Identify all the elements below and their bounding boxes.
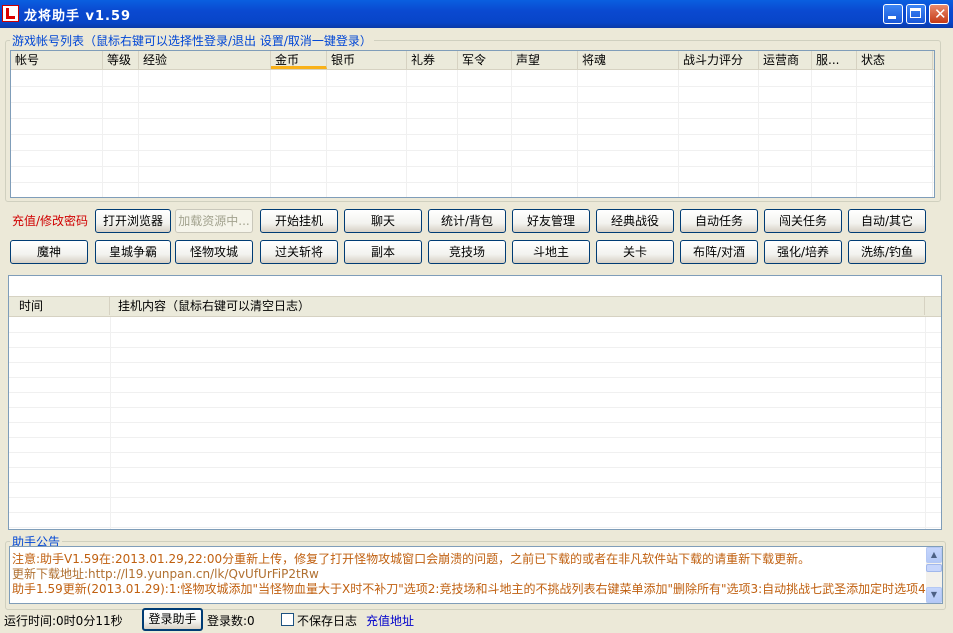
accounts-column-header[interactable]: 帐号 — [11, 51, 103, 69]
scroll-up-icon[interactable]: ▲ — [926, 547, 942, 563]
notice-text-area[interactable]: 注意:助手V1.59在:2013.01.29,22:00分重新上传，修复了打开怪… — [9, 546, 943, 604]
notice-line-3: 助手1.59更新(2013.01.29):1:怪物攻城添加"当怪物血量大于X时不… — [12, 582, 930, 596]
imperial-battle-button[interactable]: 皇城争霸 — [95, 240, 171, 264]
scroll-down-icon[interactable]: ▼ — [926, 587, 942, 603]
scroll-thumb[interactable] — [926, 564, 942, 572]
accounts-column-header[interactable]: 战斗力评分 — [679, 51, 759, 69]
accounts-column-header[interactable]: 银币 — [327, 51, 407, 69]
accounts-column-header[interactable]: 服... — [812, 51, 857, 69]
grid-line — [11, 150, 934, 151]
log-top-strip — [9, 276, 941, 297]
grid-line — [9, 422, 941, 423]
level-button[interactable]: 关卡 — [596, 240, 674, 264]
log-panel: 时间 挂机内容（鼠标右键可以清空日志） — [8, 275, 942, 530]
arena-button[interactable]: 竞技场 — [428, 240, 506, 264]
accounts-column-header[interactable]: 将魂 — [578, 51, 679, 69]
pass-slay-button[interactable]: 过关斩将 — [260, 240, 338, 264]
chat-button[interactable]: 聊天 — [344, 209, 422, 233]
grid-line — [11, 134, 934, 135]
minimize-icon — [888, 16, 896, 19]
start-auto-button[interactable]: 开始挂机 — [260, 209, 338, 233]
grid-line — [11, 102, 934, 103]
recharge-link[interactable]: 充值地址 — [366, 612, 414, 629]
accounts-column-header[interactable]: 运营商 — [759, 51, 812, 69]
window-title: 龙将助手 v1.59 — [24, 9, 132, 24]
grid-line — [9, 512, 941, 513]
recharge-password-button[interactable]: 充值/修改密码 — [7, 209, 93, 233]
auto-other-button[interactable]: 自动/其它 — [848, 209, 926, 233]
accounts-column-header[interactable]: 礼券 — [407, 51, 458, 69]
accounts-list-header: 帐号 等级 经验 金币 银币 礼券 军令 声望 将魂 战斗力评分 运营商 服... 状态 — [11, 51, 934, 70]
notice-scrollbar[interactable]: ▲ ▼ — [926, 547, 942, 603]
stats-bag-button[interactable]: 统计/背包 — [428, 209, 506, 233]
refine-fish-button[interactable]: 洗练/钓鱼 — [848, 240, 926, 264]
enhance-train-button[interactable]: 强化/培养 — [764, 240, 842, 264]
close-button[interactable]: ✕ — [929, 4, 949, 24]
log-column-header[interactable]: 挂机内容（鼠标右键可以清空日志） — [110, 297, 925, 315]
runtime-label: 运行时间:0时0分11秒 — [4, 614, 123, 628]
grid-line — [11, 182, 934, 183]
accounts-column-header[interactable]: 金币 — [271, 51, 327, 69]
stage-task-button[interactable]: 闯关任务 — [764, 209, 842, 233]
grid-line — [9, 362, 941, 363]
grid-line — [9, 377, 941, 378]
log-column-header[interactable]: 时间 — [9, 297, 110, 315]
friends-button[interactable]: 好友管理 — [512, 209, 590, 233]
accounts-column-header[interactable]: 军令 — [458, 51, 512, 69]
accounts-column-header[interactable]: 等级 — [103, 51, 139, 69]
close-icon: ✕ — [934, 5, 947, 23]
grid-line — [9, 497, 941, 498]
grid-line — [9, 332, 941, 333]
minimize-button[interactable] — [883, 4, 903, 24]
maximize-button[interactable] — [906, 4, 926, 24]
maximize-icon — [910, 8, 921, 18]
formation-drink-button[interactable]: 布阵/对酒 — [680, 240, 758, 264]
grid-line — [11, 118, 934, 119]
grid-line — [9, 482, 941, 483]
title-bar: 龙将助手 v1.59 ✕ — [0, 0, 953, 28]
login-assistant-button[interactable]: 登录助手 — [142, 608, 203, 631]
loading-resources-button[interactable]: 加载资源中... — [175, 209, 253, 233]
auto-task-button[interactable]: 自动任务 — [680, 209, 758, 233]
grid-line — [9, 407, 941, 408]
grid-line — [9, 467, 941, 468]
grid-line — [9, 347, 941, 348]
app-logo-icon — [2, 5, 19, 22]
open-browser-button[interactable]: 打开浏览器 — [95, 209, 171, 233]
no-save-log-label[interactable]: 不保存日志 — [297, 612, 357, 629]
grid-line — [9, 392, 941, 393]
dungeon-button[interactable]: 副本 — [344, 240, 422, 264]
grid-line — [9, 527, 941, 528]
grid-line — [9, 452, 941, 453]
accounts-column-header[interactable]: 状态 — [857, 51, 933, 69]
accounts-column-header[interactable]: 声望 — [512, 51, 578, 69]
accounts-column-header[interactable]: 经验 — [139, 51, 271, 69]
accounts-group-title: 游戏帐号列表（鼠标右键可以选择性登录/退出 设置/取消一键登录） — [10, 32, 374, 49]
accounts-list[interactable]: 帐号 等级 经验 金币 银币 礼券 军令 声望 将魂 战斗力评分 运营商 服... 状态 — [10, 50, 935, 198]
log-list-header: 时间 挂机内容（鼠标右键可以清空日志） — [9, 297, 941, 317]
grid-line — [9, 437, 941, 438]
monster-siege-button[interactable]: 怪物攻城 — [175, 240, 253, 264]
demon-god-button[interactable]: 魔神 — [10, 240, 88, 264]
classic-battle-button[interactable]: 经典战役 — [596, 209, 674, 233]
grid-line — [11, 86, 934, 87]
login-count-label: 登录数:0 — [207, 614, 255, 628]
grid-line — [11, 166, 934, 167]
no-save-log-checkbox[interactable] — [281, 613, 294, 626]
landlord-button[interactable]: 斗地主 — [512, 240, 590, 264]
